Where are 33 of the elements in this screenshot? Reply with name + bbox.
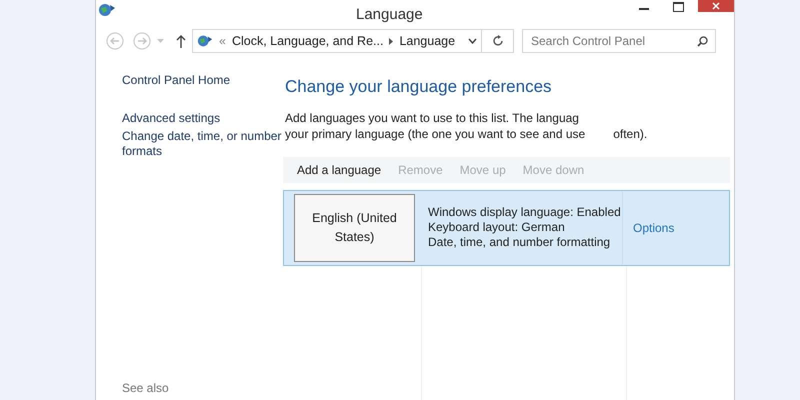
description-text: Add languages you want to use to this list. The languag: [285, 110, 580, 126]
minimize-icon[interactable]: [639, 8, 649, 11]
up-arrow-icon[interactable]: [176, 34, 186, 48]
description-text: often).: [613, 126, 648, 142]
language-detail: Date, time, and number formatting: [428, 235, 612, 250]
language-detail: Keyboard layout: German: [428, 220, 566, 235]
window-title: Language: [356, 5, 423, 25]
globe-icon: [197, 33, 213, 49]
page-heading: Change your language preferences: [285, 76, 553, 98]
refresh-icon: [492, 35, 504, 47]
sidebar-link[interactable]: Change date, time, or number formats: [122, 129, 283, 159]
chevron-down-icon[interactable]: [468, 38, 477, 44]
search-icon: [697, 36, 708, 47]
toolbar-button[interactable]: Add a language: [297, 160, 382, 178]
globe-icon: [98, 2, 116, 18]
maximize-icon[interactable]: [673, 2, 684, 12]
refresh-button[interactable]: [482, 29, 514, 53]
options-link[interactable]: Options: [633, 218, 674, 236]
language-name-button[interactable]: English (United States): [294, 194, 415, 262]
description-text: your primary language (the one you want to see and use: [285, 126, 586, 142]
breadcrumb[interactable]: Language: [399, 32, 456, 50]
close-button[interactable]: [698, 0, 734, 12]
address-bar[interactable]: « Clock, Language, and Re... Language: [192, 29, 482, 53]
overflow-marker[interactable]: «: [219, 32, 226, 50]
language-detail: Windows display language: Enabled: [428, 205, 622, 220]
sidebar-link[interactable]: Control Panel Home: [122, 71, 283, 89]
search-field[interactable]: Search Control Panel: [522, 29, 716, 53]
close-icon: [712, 2, 720, 10]
chevron-right-icon: [389, 38, 394, 44]
language-row[interactable]: English (United States) Windows display language: Enabled Keyboard layout: German Date, time, and number formatting Options: [283, 190, 730, 266]
see-also-heading: See also: [122, 380, 170, 397]
sidebar-link[interactable]: Advanced settings: [122, 109, 283, 127]
breadcrumb[interactable]: Clock, Language, and Re...: [232, 32, 384, 50]
